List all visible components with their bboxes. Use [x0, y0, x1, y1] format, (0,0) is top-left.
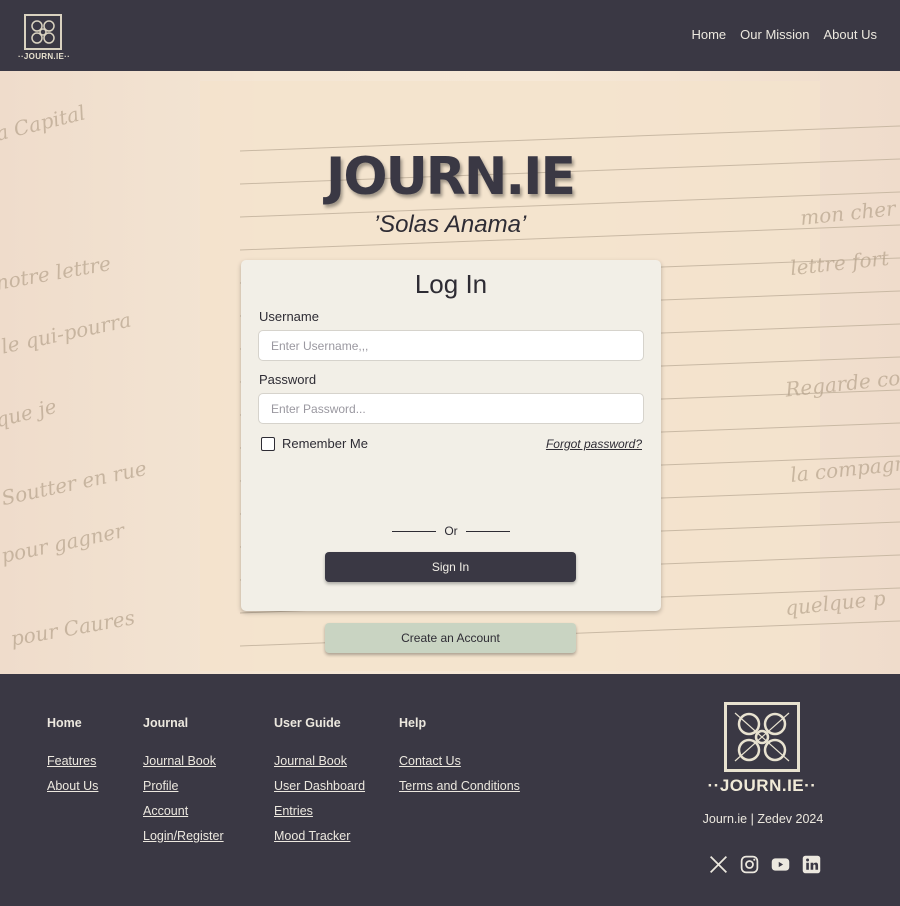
password-label: Password: [259, 372, 317, 387]
main-nav: Home Our Mission About Us: [691, 27, 877, 42]
username-label: Username: [259, 309, 319, 324]
footer-link[interactable]: About Us: [47, 779, 98, 793]
brand-tagline: ’Solas Anama’: [373, 211, 527, 238]
divider-line: [465, 530, 510, 532]
password-input[interactable]: [258, 393, 644, 424]
x-icon[interactable]: [708, 854, 729, 875]
divider-line: [392, 530, 437, 532]
footer: Home Features About Us Journal Journal B…: [0, 674, 900, 906]
forgot-password-link[interactable]: Forgot password?: [546, 437, 642, 451]
create-account-button[interactable]: Create an Account: [325, 623, 576, 653]
remember-me-label: Remember Me: [282, 436, 368, 451]
login-card: Log In Username Password Remember Me For…: [241, 260, 661, 653]
footer-column-title: User Guide: [274, 716, 341, 730]
copyright-text: Journ.ie | Zedev 2024: [702, 812, 824, 826]
footer-column-home: Home Features About Us: [47, 716, 98, 804]
remember-me-checkbox[interactable]: [261, 436, 275, 451]
footer-column-user-guide: User Guide Journal Book User Dashboard E…: [274, 716, 365, 854]
nav-about-us-link[interactable]: About Us: [824, 27, 877, 42]
footer-column-title: Home: [47, 716, 82, 730]
logo-wordmark: ··JOURN.IE··: [18, 52, 71, 61]
social-links: [708, 854, 822, 875]
username-input[interactable]: [258, 330, 644, 361]
login-title: Log In: [414, 269, 488, 299]
footer-logo-wordmark: ··JOURN.IE··: [707, 776, 817, 795]
or-divider: Or: [241, 524, 661, 538]
footer-link[interactable]: Profile: [143, 779, 224, 793]
nav-our-mission-link[interactable]: Our Mission: [740, 27, 809, 42]
remember-me: Remember Me: [261, 436, 368, 451]
celtic-knot-icon: [24, 14, 62, 50]
footer-link[interactable]: Journal Book: [143, 754, 224, 768]
footer-column-help: Help Contact Us Terms and Conditions: [399, 716, 520, 804]
footer-logo: ··JOURN.IE··: [707, 698, 817, 798]
footer-column-title: Journal: [143, 716, 189, 730]
nav-home-link[interactable]: Home: [691, 27, 726, 42]
top-nav-bar: ··JOURN.IE·· Home Our Mission About Us: [0, 0, 900, 71]
celtic-knot-icon: [724, 702, 800, 772]
hero-section: a Capital notre lettre le qui-pourra que…: [0, 71, 900, 674]
youtube-icon[interactable]: [770, 854, 791, 875]
footer-link[interactable]: Features: [47, 754, 98, 768]
footer-link[interactable]: Journal Book: [274, 754, 365, 768]
footer-link[interactable]: Entries: [274, 804, 365, 818]
site-logo[interactable]: ··JOURN.IE··: [18, 12, 70, 62]
footer-column-journal: Journal Journal Book Profile Account Log…: [143, 716, 224, 854]
footer-link[interactable]: Login/Register: [143, 829, 224, 843]
footer-column-title: Help: [399, 716, 427, 730]
footer-link[interactable]: Mood Tracker: [274, 829, 365, 843]
sign-in-button[interactable]: Sign In: [325, 552, 576, 582]
footer-link[interactable]: Terms and Conditions: [399, 779, 520, 793]
footer-link[interactable]: Account: [143, 804, 224, 818]
or-label: Or: [444, 524, 458, 538]
instagram-icon[interactable]: [739, 854, 760, 875]
linkedin-icon[interactable]: [801, 854, 822, 875]
footer-link[interactable]: User Dashboard: [274, 779, 365, 793]
brand-title: JOURN.IE: [326, 147, 576, 207]
footer-link[interactable]: Contact Us: [399, 754, 520, 768]
